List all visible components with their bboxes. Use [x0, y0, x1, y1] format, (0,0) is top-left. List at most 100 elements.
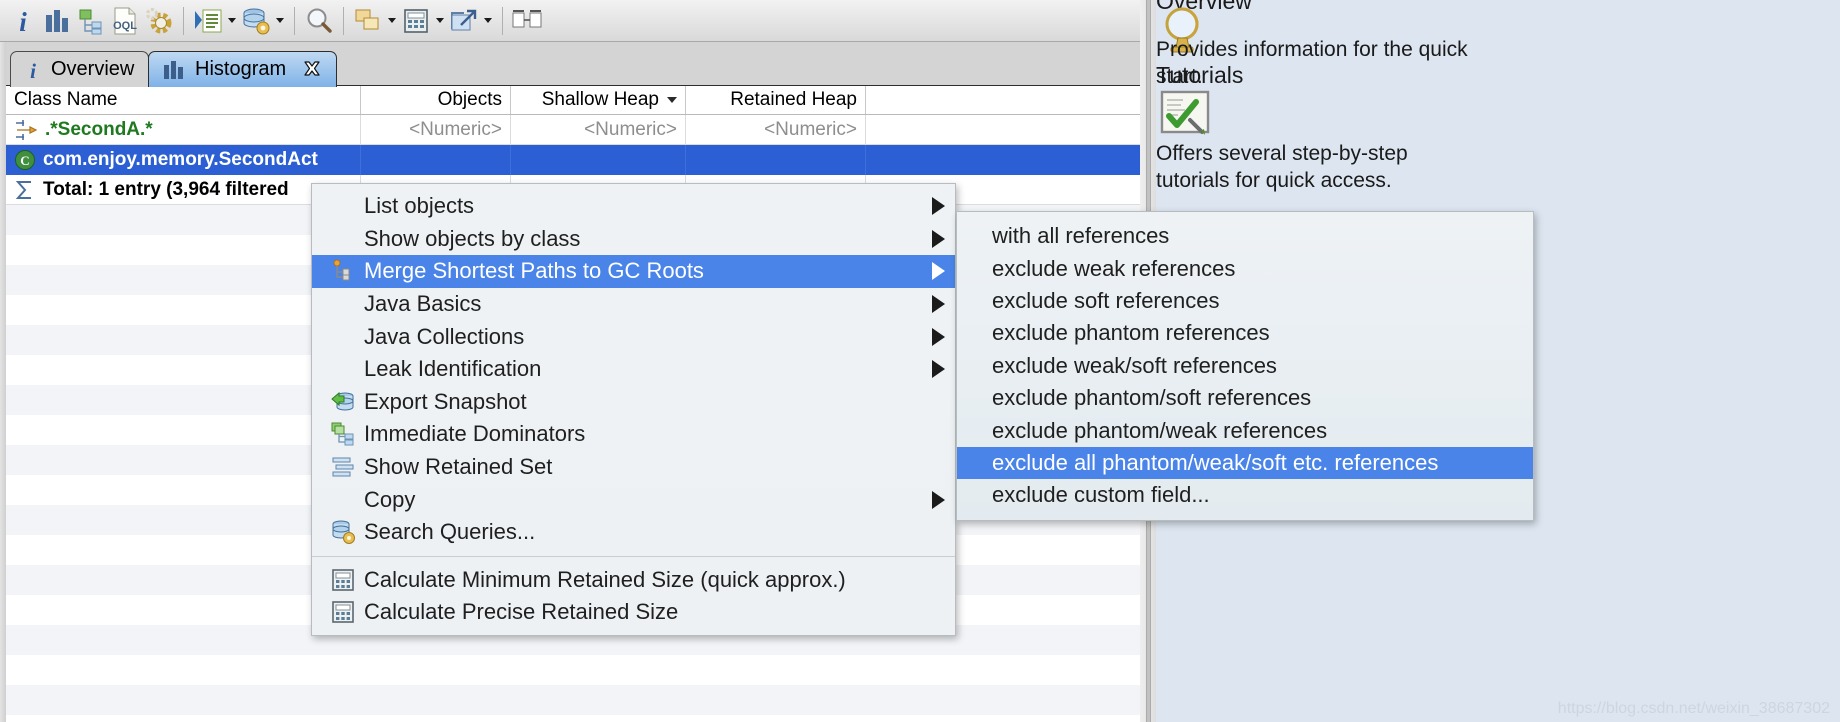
submenu-item-exclude-weak-soft-references[interactable]: exclude weak/soft references — [957, 350, 1533, 382]
menu-item-show-retained-set[interactable]: Show Retained Set — [312, 451, 955, 484]
export-dropdown-arrow[interactable] — [481, 4, 495, 38]
submenu-arrow-icon — [932, 262, 945, 281]
compare-icon[interactable] — [510, 4, 544, 38]
column-header-retained-heap[interactable]: Retained Heap — [686, 86, 866, 114]
cell-total-summary: Total: 1 entry (3,964 filtered — [6, 174, 361, 205]
histogram-icon — [163, 59, 185, 81]
toolbar-separator-2 — [294, 6, 295, 35]
close-icon[interactable] — [302, 60, 322, 80]
tutorials-description: Offers several step-by-step tutorials fo… — [1156, 142, 1408, 192]
cell-objects[interactable] — [361, 145, 511, 175]
menu-item-export-snapshot[interactable]: Export Snapshot — [312, 386, 955, 419]
tab-histogram[interactable]: Histogram — [148, 51, 338, 87]
menu-item-copy[interactable]: Copy — [312, 483, 955, 516]
cell-shallow-heap[interactable]: <Numeric> — [511, 114, 686, 145]
column-header-objects[interactable]: Objects — [361, 86, 511, 114]
cell-shallow-heap[interactable] — [511, 145, 686, 175]
sigma-icon — [14, 179, 36, 201]
table-row — [6, 655, 1140, 685]
find-icon[interactable] — [302, 4, 336, 38]
menu-item-java-collections[interactable]: Java Collections — [312, 320, 955, 353]
submenu-item-exclude-custom-field[interactable]: exclude custom field... — [957, 479, 1533, 511]
calculator-icon — [328, 567, 358, 593]
tutorials-check-icon — [1160, 90, 1212, 142]
submenu-item-exclude-phantom-references[interactable]: exclude phantom references — [957, 317, 1533, 349]
calculator-dropdown-arrow[interactable] — [433, 4, 447, 38]
submenu-arrow-icon — [932, 197, 945, 216]
toolbar-separator-3 — [343, 6, 344, 35]
svg-text:i: i — [19, 7, 27, 36]
submenu-arrow-icon — [932, 327, 945, 346]
tab-histogram-label: Histogram — [195, 58, 287, 80]
menu-item-merge-shortest-paths-to-gc-roots[interactable]: Merge Shortest Paths to GC Roots — [312, 255, 955, 288]
class-icon: C — [14, 149, 36, 171]
submenu-item-exclude-soft-references[interactable]: exclude soft references — [957, 285, 1533, 317]
table-row — [6, 715, 1140, 722]
submenu-item-exclude-all-phantom-weak-soft-references[interactable]: exclude all phantom/weak/soft etc. refer… — [957, 446, 1533, 480]
menu-item-icon-placeholder — [328, 487, 358, 513]
memory-analyzer-window: i OQL i Overview Histogram Class Name Ob… — [0, 0, 1840, 722]
cell-retained-heap[interactable]: <Numeric> — [686, 114, 866, 145]
context-menu: List objects Show objects by class Merge… — [311, 183, 956, 636]
dominator-tree-icon[interactable] — [74, 4, 108, 38]
svg-text:i: i — [30, 59, 36, 81]
table-row — [6, 685, 1140, 715]
query-browser-icon[interactable] — [239, 4, 273, 38]
table-row[interactable]: C com.enjoy.memory.SecondAct — [6, 145, 1140, 175]
gc-roots-submenu: with all references exclude weak referen… — [956, 211, 1534, 521]
total-text: Total: 1 entry (3,964 filtered — [43, 178, 289, 200]
filter-regex-icon — [14, 118, 38, 142]
retained-set-icon — [328, 454, 358, 480]
immediate-dominators-icon — [328, 421, 358, 447]
menu-item-calculate-precise-retained-size[interactable]: Calculate Precise Retained Size — [312, 596, 955, 629]
run-expert-system-test-dropdown-arrow[interactable] — [225, 4, 239, 38]
menu-item-list-objects[interactable]: List objects — [312, 190, 955, 223]
group-by-icon[interactable] — [351, 4, 385, 38]
column-header-shallow-heap[interactable]: Shallow Heap — [511, 86, 686, 114]
menu-item-leak-identification[interactable]: Leak Identification — [312, 353, 955, 386]
group-by-dropdown-arrow[interactable] — [385, 4, 399, 38]
menu-item-immediate-dominators[interactable]: Immediate Dominators — [312, 418, 955, 451]
column-header-class-name[interactable]: Class Name — [6, 86, 361, 114]
submenu-item-exclude-phantom-soft-references[interactable]: exclude phantom/soft references — [957, 382, 1533, 414]
tutorials-heading: Tutorials — [1156, 62, 1244, 88]
cell-objects[interactable]: <Numeric> — [361, 114, 511, 145]
export-icon[interactable] — [447, 4, 481, 38]
oql-icon[interactable]: OQL — [108, 4, 142, 38]
cell-retained-heap[interactable] — [686, 145, 866, 175]
menu-item-icon-placeholder — [328, 291, 358, 317]
histogram-icon[interactable] — [40, 4, 74, 38]
calculator-icon[interactable] — [399, 4, 433, 38]
submenu-item-with-all-references[interactable]: with all references — [957, 220, 1533, 252]
toolbar-separator-4 — [502, 6, 503, 35]
submenu-item-exclude-phantom-weak-references[interactable]: exclude phantom/weak references — [957, 414, 1533, 446]
submenu-item-exclude-weak-references[interactable]: exclude weak references — [957, 252, 1533, 284]
svg-text:C: C — [20, 153, 29, 168]
main-toolbar: i OQL — [0, 0, 1140, 42]
table-header-row: Class Name Objects Shallow Heap Retained… — [6, 86, 1140, 115]
table-row[interactable]: .*SecondA.* <Numeric> <Numeric> <Numeric… — [6, 114, 1140, 145]
submenu-arrow-icon — [932, 490, 945, 509]
menu-item-search-queries[interactable]: Search Queries... — [312, 516, 955, 549]
cell-class-name[interactable]: C com.enjoy.memory.SecondAct — [6, 145, 361, 175]
menu-item-java-basics[interactable]: Java Basics — [312, 288, 955, 321]
menu-separator — [312, 555, 955, 557]
export-snapshot-icon — [328, 389, 358, 415]
sort-descending-icon — [667, 97, 677, 103]
menu-item-icon-placeholder — [328, 193, 358, 219]
run-expert-system-test-icon[interactable] — [191, 4, 225, 38]
tab-overview-label: Overview — [51, 58, 135, 80]
tab-overview[interactable]: i Overview — [10, 51, 150, 87]
menu-item-icon-placeholder — [328, 324, 358, 350]
gc-roots-icon — [328, 258, 358, 284]
calculator-icon — [328, 599, 358, 625]
open-heap-dump-info-icon[interactable]: i — [6, 4, 40, 38]
menu-item-show-objects-by-class[interactable]: Show objects by class — [312, 223, 955, 256]
submenu-arrow-icon — [932, 229, 945, 248]
inspector-gear-icon[interactable] — [142, 4, 176, 38]
class-name-text: com.enjoy.memory.SecondAct — [43, 149, 318, 170]
editor-tab-strip: i Overview Histogram — [6, 42, 1140, 87]
query-browser-dropdown-arrow[interactable] — [273, 4, 287, 38]
menu-item-calculate-minimum-retained-size[interactable]: Calculate Minimum Retained Size (quick a… — [312, 564, 955, 597]
cell-class-name[interactable]: .*SecondA.* — [6, 114, 361, 145]
